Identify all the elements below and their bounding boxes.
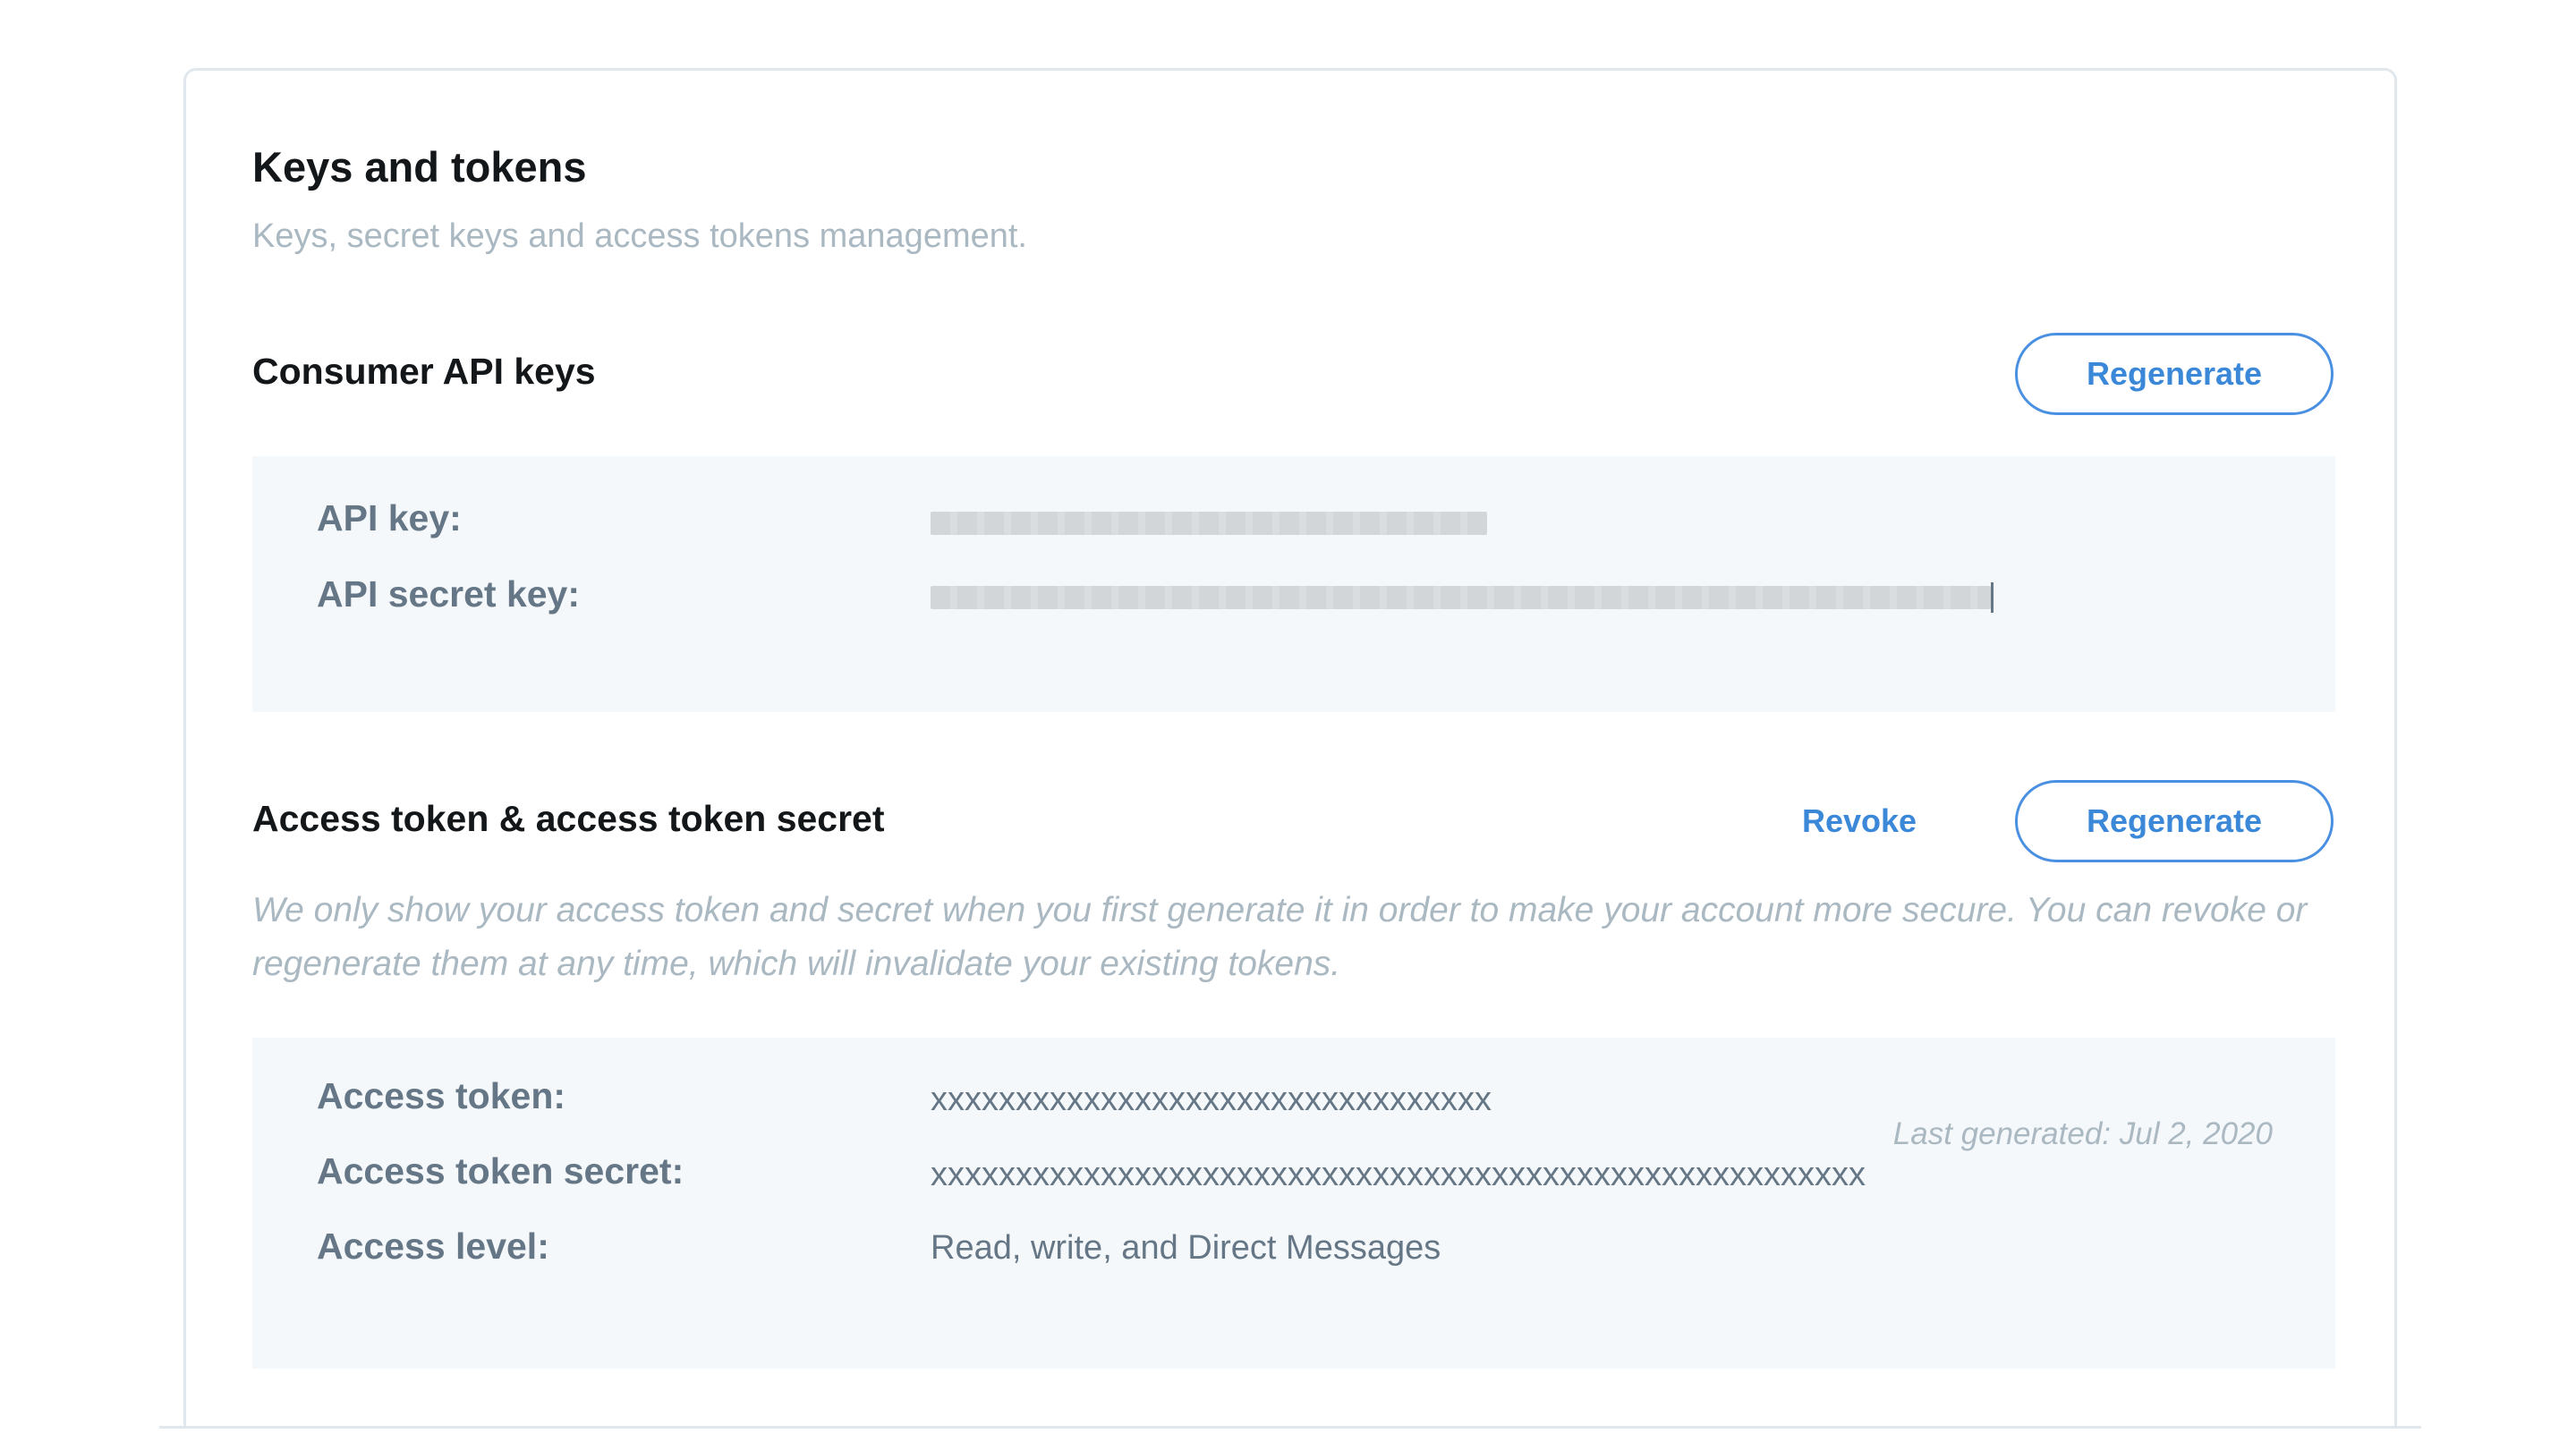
- revoke-button[interactable]: Revoke: [1802, 802, 1917, 840]
- access-token-title: Access token & access token secret: [252, 798, 885, 839]
- consumer-keys-panel: API key: API secret key:: [252, 456, 2335, 712]
- access-token-secret-label: Access token secret:: [317, 1150, 684, 1192]
- access-token-panel: Access token: xxxxxxxxxxxxxxxxxxxxxxxxxx…: [252, 1038, 2335, 1369]
- access-level-label: Access level:: [317, 1226, 549, 1267]
- bottom-divider: [159, 1426, 2421, 1429]
- page-title: Keys and tokens: [252, 143, 587, 191]
- access-token-value: xxxxxxxxxxxxxxxxxxxxxxxxxxxxxxxxx: [931, 1081, 1492, 1118]
- api-key-value-redacted: [931, 512, 1487, 535]
- text-cursor: [1991, 582, 1994, 613]
- api-secret-key-label: API secret key:: [317, 573, 581, 615]
- access-token-regenerate-button[interactable]: Regenerate: [2015, 780, 2334, 862]
- api-secret-key-value-redacted: [931, 586, 1991, 609]
- consumer-keys-title: Consumer API keys: [252, 351, 596, 392]
- access-token-label: Access token:: [317, 1075, 566, 1116]
- access-token-note: We only show your access token and secre…: [252, 891, 2308, 983]
- page-subtitle: Keys, secret keys and access tokens mana…: [252, 217, 1027, 255]
- access-token-secret-value: xxxxxxxxxxxxxxxxxxxxxxxxxxxxxxxxxxxxxxxx…: [931, 1156, 1866, 1193]
- access-level-value: Read, write, and Direct Messages: [931, 1229, 1441, 1267]
- api-key-label: API key:: [317, 497, 462, 539]
- last-generated-text: Last generated: Jul 2, 2020: [1892, 1116, 2273, 1151]
- keys-and-tokens-card: Keys and tokens Keys, secret keys and ac…: [183, 68, 2397, 1428]
- consumer-keys-regenerate-button[interactable]: Regenerate: [2015, 333, 2334, 415]
